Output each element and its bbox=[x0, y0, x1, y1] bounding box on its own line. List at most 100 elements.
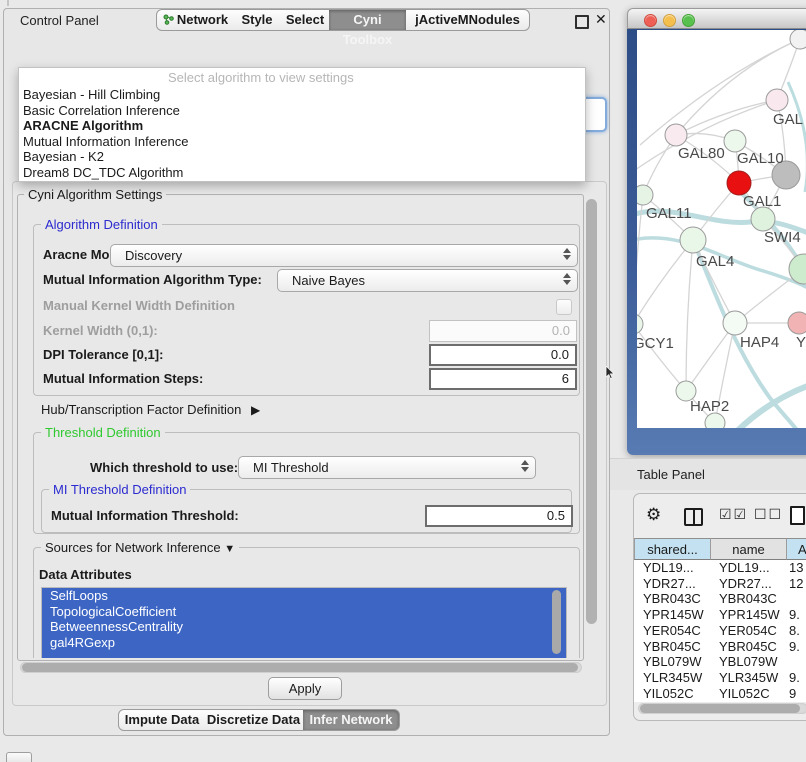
table-cell: 9. bbox=[789, 670, 800, 686]
attributes-list-scrollbar[interactable] bbox=[552, 590, 561, 654]
network-edge[interactable] bbox=[637, 240, 693, 324]
tab-infer-network[interactable]: Infer Network bbox=[303, 709, 400, 731]
table-cell: YBR045C bbox=[719, 639, 777, 655]
settings-scrollbar-thumb[interactable] bbox=[586, 199, 597, 624]
table-row[interactable]: YBR043CYBR043C bbox=[634, 591, 806, 607]
mi-threshold-input[interactable]: 0.5 bbox=[425, 505, 573, 527]
network-view-window[interactable]: GALGAL80GAL10GAL1GAL11SWI4GAL4HAP4YGCY1H… bbox=[627, 8, 806, 455]
expand-right-arrow-icon: ▶ bbox=[251, 403, 260, 417]
algorithm-option[interactable]: Dream8 DC_TDC Algorithm bbox=[23, 165, 183, 181]
cyni-settings-title: Cyni Algorithm Settings bbox=[24, 187, 166, 202]
close-window-icon[interactable] bbox=[644, 14, 657, 27]
table-hscrollbar[interactable] bbox=[638, 703, 806, 714]
table-cell: YBR045C bbox=[643, 639, 701, 655]
attribute-list-item[interactable]: TopologicalCoefficient bbox=[42, 604, 566, 620]
table-hscrollbar-thumb[interactable] bbox=[640, 704, 800, 713]
table-row[interactable]: YIL052CYIL052C9 bbox=[634, 686, 806, 702]
network-node-gal10[interactable] bbox=[724, 130, 746, 152]
collapse-down-arrow-icon: ▼ bbox=[224, 543, 235, 555]
table-cell: YIL052C bbox=[719, 686, 770, 702]
spinner-arrows-icon bbox=[563, 248, 570, 260]
network-canvas[interactable]: GALGAL80GAL10GAL1GAL11SWI4GAL4HAP4YGCY1H… bbox=[637, 30, 806, 428]
table-cell: 13 bbox=[789, 560, 803, 576]
checked-boxes-icon[interactable]: ☑☑ bbox=[719, 506, 748, 523]
tab-cyni-toolbox[interactable]: Cyni Toolbox bbox=[329, 9, 407, 31]
column-header-shared-name[interactable]: shared... bbox=[634, 538, 711, 560]
maximize-window-icon[interactable] bbox=[682, 14, 695, 27]
tab-discretize-data[interactable]: Discretize Data bbox=[204, 709, 304, 731]
manual-kernel-width-checkbox[interactable] bbox=[556, 299, 572, 315]
tab-network[interactable]: Network bbox=[156, 9, 235, 31]
network-edge-highlighted[interactable] bbox=[732, 383, 806, 428]
table-panel-header-bar: Table Panel bbox=[610, 458, 806, 490]
network-node-gal[interactable] bbox=[766, 89, 788, 111]
mi-algorithm-type-select[interactable]: Naive Bayes bbox=[277, 269, 578, 292]
close-panel-button[interactable]: ✕ bbox=[595, 13, 607, 25]
dpi-tolerance-input[interactable]: 0.0 bbox=[429, 344, 577, 366]
network-node-swi4[interactable] bbox=[751, 207, 775, 231]
network-node-label: HAP4 bbox=[740, 334, 779, 351]
network-node-gcy1[interactable] bbox=[637, 314, 643, 334]
aracne-mode-select[interactable]: Discovery bbox=[110, 244, 578, 267]
algorithm-option[interactable]: Bayesian - K2 bbox=[23, 149, 104, 165]
float-window-button[interactable] bbox=[575, 15, 589, 29]
table-row[interactable]: YDR27...YDR27...12 bbox=[634, 576, 806, 592]
attribute-list-item[interactable] bbox=[42, 650, 566, 658]
network-node-hap4[interactable] bbox=[723, 311, 747, 335]
table-row[interactable]: YDL19...YDL19...13 bbox=[634, 560, 806, 576]
sources-title-label: Sources for Network Inference bbox=[45, 540, 221, 555]
network-node-y[interactable] bbox=[788, 312, 806, 334]
network-node-gal80[interactable] bbox=[665, 124, 687, 146]
table-cell: 8. bbox=[789, 623, 800, 639]
table-panel-title: Table Panel bbox=[637, 467, 705, 482]
settings-scrollbar-track[interactable] bbox=[584, 196, 599, 657]
table-row[interactable]: YER054CYER054C8. bbox=[634, 623, 806, 639]
document-icon[interactable] bbox=[790, 506, 805, 525]
network-window-titlebar[interactable] bbox=[627, 8, 806, 29]
sources-title[interactable]: Sources for Network Inference ▼ bbox=[41, 540, 239, 555]
control-panel-window: Control Panel ✕ Network Style Select Cyn… bbox=[3, 8, 610, 736]
cut-off-button[interactable] bbox=[6, 752, 32, 762]
table-row[interactable]: YBL079WYBL079W bbox=[634, 654, 806, 670]
network-edge[interactable] bbox=[686, 240, 693, 391]
table-row[interactable]: YPR145WYPR145W9. bbox=[634, 607, 806, 623]
table-row[interactable]: YLR345W YLR345W 9. bbox=[634, 670, 806, 686]
attribute-list-item[interactable]: BetweennessCentrality bbox=[42, 619, 566, 635]
network-node-gal11[interactable] bbox=[637, 185, 653, 205]
column-header-partial[interactable]: A bbox=[787, 538, 806, 560]
tab-select[interactable]: Select bbox=[281, 9, 330, 31]
tab-jactivemnodules[interactable]: jActiveMNodules bbox=[406, 9, 530, 31]
which-threshold-select[interactable]: MI Threshold bbox=[238, 456, 536, 479]
settings-hscrollbar[interactable] bbox=[20, 662, 582, 673]
mi-threshold-group-title: MI Threshold Definition bbox=[49, 482, 190, 497]
table-cell: YLR345W bbox=[719, 670, 778, 686]
table-body[interactable]: YDL19...YDL19...13YDR27...YDR27...12YBR0… bbox=[634, 560, 806, 702]
settings-hscrollbar-thumb[interactable] bbox=[22, 663, 578, 672]
column-header-name[interactable]: name bbox=[711, 538, 787, 560]
algorithm-option[interactable]: Bayesian - Hill Climbing bbox=[23, 87, 160, 103]
attribute-list-item[interactable]: SelfLoops bbox=[42, 588, 566, 604]
network-node[interactable] bbox=[790, 30, 806, 49]
tab-style[interactable]: Style bbox=[233, 9, 282, 31]
tab-impute-data[interactable]: Impute Data bbox=[118, 709, 206, 731]
unchecked-boxes-icon[interactable]: ☐☐ bbox=[754, 506, 783, 523]
algorithm-option[interactable]: Basic Correlation Inference bbox=[23, 103, 180, 119]
algorithm-option[interactable]: ARACNE Algorithm bbox=[23, 118, 143, 134]
apply-button[interactable]: Apply bbox=[268, 677, 342, 700]
hub-definition-expander[interactable]: Hub/Transcription Factor Definition ▶ bbox=[41, 402, 260, 417]
minimize-window-icon[interactable] bbox=[663, 14, 676, 27]
gear-icon[interactable]: ⚙ bbox=[646, 505, 661, 525]
data-attributes-list[interactable]: SelfLoopsTopologicalCoefficientBetweenne… bbox=[41, 587, 567, 658]
attribute-list-item[interactable]: gal4RGexp bbox=[42, 635, 566, 651]
network-node[interactable] bbox=[705, 413, 725, 428]
table-cell: YLR345W bbox=[643, 670, 702, 686]
algorithm-dropdown-popup: Select algorithm to view settings Bayesi… bbox=[18, 67, 586, 182]
kernel-width-input[interactable]: 0.0 bbox=[429, 320, 577, 342]
algorithm-option[interactable]: Mutual Information Inference bbox=[23, 134, 188, 150]
column-split-icon[interactable] bbox=[684, 508, 703, 526]
network-node-gal4[interactable] bbox=[680, 227, 706, 253]
mi-steps-input[interactable]: 6 bbox=[429, 368, 577, 390]
network-node-gal1[interactable] bbox=[727, 171, 751, 195]
table-row[interactable]: YBR045CYBR045C9. bbox=[634, 639, 806, 655]
spinner-arrows-icon bbox=[521, 460, 528, 472]
